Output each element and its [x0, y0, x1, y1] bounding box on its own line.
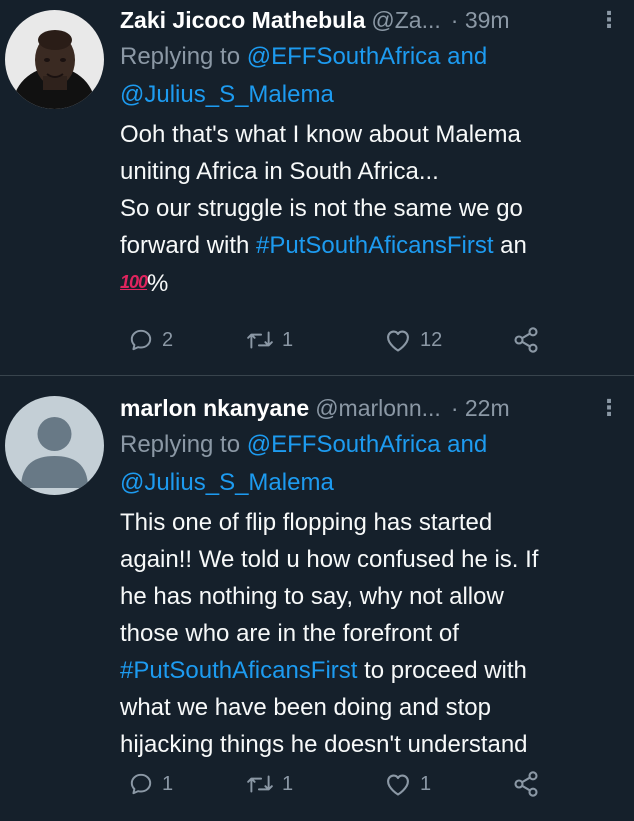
- mention-link[interactable]: @EFFSouthAfrica: [247, 43, 441, 70]
- like-count: 12: [420, 328, 443, 351]
- more-icon[interactable]: ⋮: [598, 397, 620, 419]
- tweet-actions: 1 1 1: [120, 764, 560, 804]
- tweet-text-line: Ooh that's what I know about Malema: [120, 121, 521, 148]
- like-count: 1: [420, 772, 432, 795]
- replying-and[interactable]: and: [441, 431, 487, 458]
- hashtag-link[interactable]: #PutSouthAficansFirst: [120, 657, 357, 684]
- hundred-points-emoji-icon: 100: [120, 272, 148, 292]
- avatar[interactable]: [5, 396, 104, 495]
- replying-to: Replying to @EFFSouthAfrica and @Julius_…: [120, 38, 620, 114]
- share-icon: [514, 327, 538, 353]
- retweet-icon: [247, 331, 273, 349]
- tweet-text-line: he has nothing to say, why not allow: [120, 583, 504, 610]
- tweet-text: Ooh that's what I know about Malema unit…: [120, 116, 620, 302]
- avatar[interactable]: [5, 10, 104, 109]
- mention-link[interactable]: @Julius_S_Malema: [120, 81, 334, 108]
- share-icon: [514, 771, 538, 797]
- timestamp[interactable]: · 39m: [451, 7, 510, 34]
- reply-icon: [130, 773, 152, 795]
- more-icon[interactable]: ⋮: [598, 9, 620, 31]
- tweet-text-line: %: [147, 270, 169, 297]
- tweet-text-line: forward with: [120, 232, 257, 259]
- retweet-count: 1: [282, 328, 294, 351]
- tweet-actions: 2 1 12: [120, 320, 560, 360]
- share-button[interactable]: [512, 770, 540, 798]
- replying-and[interactable]: and: [441, 43, 487, 70]
- retweet-button[interactable]: 1: [246, 771, 293, 797]
- avatar-photo: [5, 10, 104, 109]
- reply-count: 2: [162, 328, 174, 351]
- reply-button[interactable]: 2: [128, 327, 173, 353]
- retweet-icon: [247, 775, 273, 793]
- user-handle[interactable]: @marlonn...: [315, 395, 441, 422]
- tweet-text-line: So our struggle is not the same we go: [120, 195, 523, 222]
- tweet-text-line: what we have been doing and stop: [120, 694, 491, 721]
- like-button[interactable]: 12: [384, 327, 442, 353]
- timestamp[interactable]: · 22m: [451, 395, 510, 422]
- tweet-text-line: to proceed with: [357, 657, 527, 684]
- mention-link[interactable]: @EFFSouthAfrica: [247, 431, 441, 458]
- retweet-count: 1: [282, 772, 294, 795]
- replying-to-label: Replying to: [120, 43, 247, 70]
- retweet-button[interactable]: 1: [246, 327, 293, 353]
- mention-link[interactable]: @Julius_S_Malema: [120, 469, 334, 496]
- hashtag-link[interactable]: #PutSouthAficansFirst: [256, 232, 493, 259]
- like-button[interactable]: 1: [384, 771, 431, 797]
- tweet-text: This one of flip flopping has started ag…: [120, 504, 620, 763]
- reply-count: 1: [162, 772, 174, 795]
- reply-button[interactable]: 1: [128, 771, 173, 797]
- default-avatar: [5, 396, 104, 495]
- user-handle[interactable]: @Za...: [371, 7, 440, 34]
- tweet-text-line: an: [493, 232, 527, 259]
- replying-to: Replying to @EFFSouthAfrica and @Julius_…: [120, 426, 620, 502]
- tweet-text-line: uniting Africa in South Africa...: [120, 158, 439, 185]
- tweet-text-line: again!! We told u how confused he is. If: [120, 546, 539, 573]
- like-icon: [387, 774, 409, 796]
- tweet-text-line: This one of flip flopping has started: [120, 509, 493, 536]
- reply-icon: [130, 329, 152, 351]
- tweet-text-line: hijacking things he doesn't understand: [120, 731, 528, 758]
- like-icon: [387, 330, 409, 352]
- tweet[interactable]: Zaki Jicoco Mathebula @Za... · 39m ⋮ Rep…: [0, 0, 634, 376]
- display-name[interactable]: marlon nkanyane: [120, 395, 309, 422]
- tweet-text-line: those who are in the forefront of: [120, 620, 459, 647]
- tweet[interactable]: marlon nkanyane @marlonn... · 22m ⋮ Repl…: [0, 376, 634, 821]
- share-button[interactable]: [512, 326, 540, 354]
- replying-to-label: Replying to: [120, 431, 247, 458]
- display-name[interactable]: Zaki Jicoco Mathebula: [120, 7, 365, 34]
